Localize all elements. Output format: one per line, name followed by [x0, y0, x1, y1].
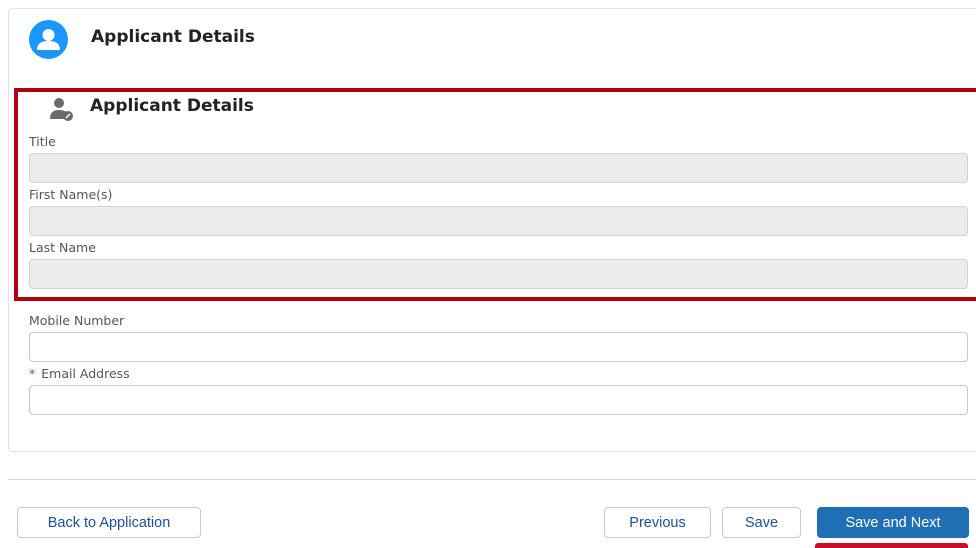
- email-address-label: * Email Address: [29, 366, 130, 381]
- required-marker: *: [29, 366, 36, 381]
- last-name-label: Last Name: [29, 240, 96, 255]
- save-button[interactable]: Save: [722, 507, 801, 538]
- title-label: Title: [29, 134, 56, 149]
- title-field[interactable]: [29, 153, 968, 183]
- user-edit-icon: [49, 96, 75, 122]
- email-label-text: Email Address: [41, 366, 130, 381]
- footer-divider: [8, 479, 976, 480]
- section-title: Applicant Details: [90, 96, 254, 116]
- back-to-application-button[interactable]: Back to Application: [17, 507, 201, 538]
- save-and-next-button[interactable]: Save and Next: [817, 507, 969, 538]
- email-address-field[interactable]: [29, 385, 968, 415]
- first-name-label: First Name(s): [29, 187, 113, 202]
- page-title: Applicant Details: [91, 27, 255, 47]
- first-name-field[interactable]: [29, 206, 968, 236]
- mobile-number-label: Mobile Number: [29, 313, 125, 328]
- highlight-underline: [815, 543, 968, 548]
- previous-button[interactable]: Previous: [604, 507, 711, 538]
- last-name-field[interactable]: [29, 259, 968, 289]
- user-avatar-icon: [29, 20, 68, 59]
- mobile-number-field[interactable]: [29, 332, 968, 362]
